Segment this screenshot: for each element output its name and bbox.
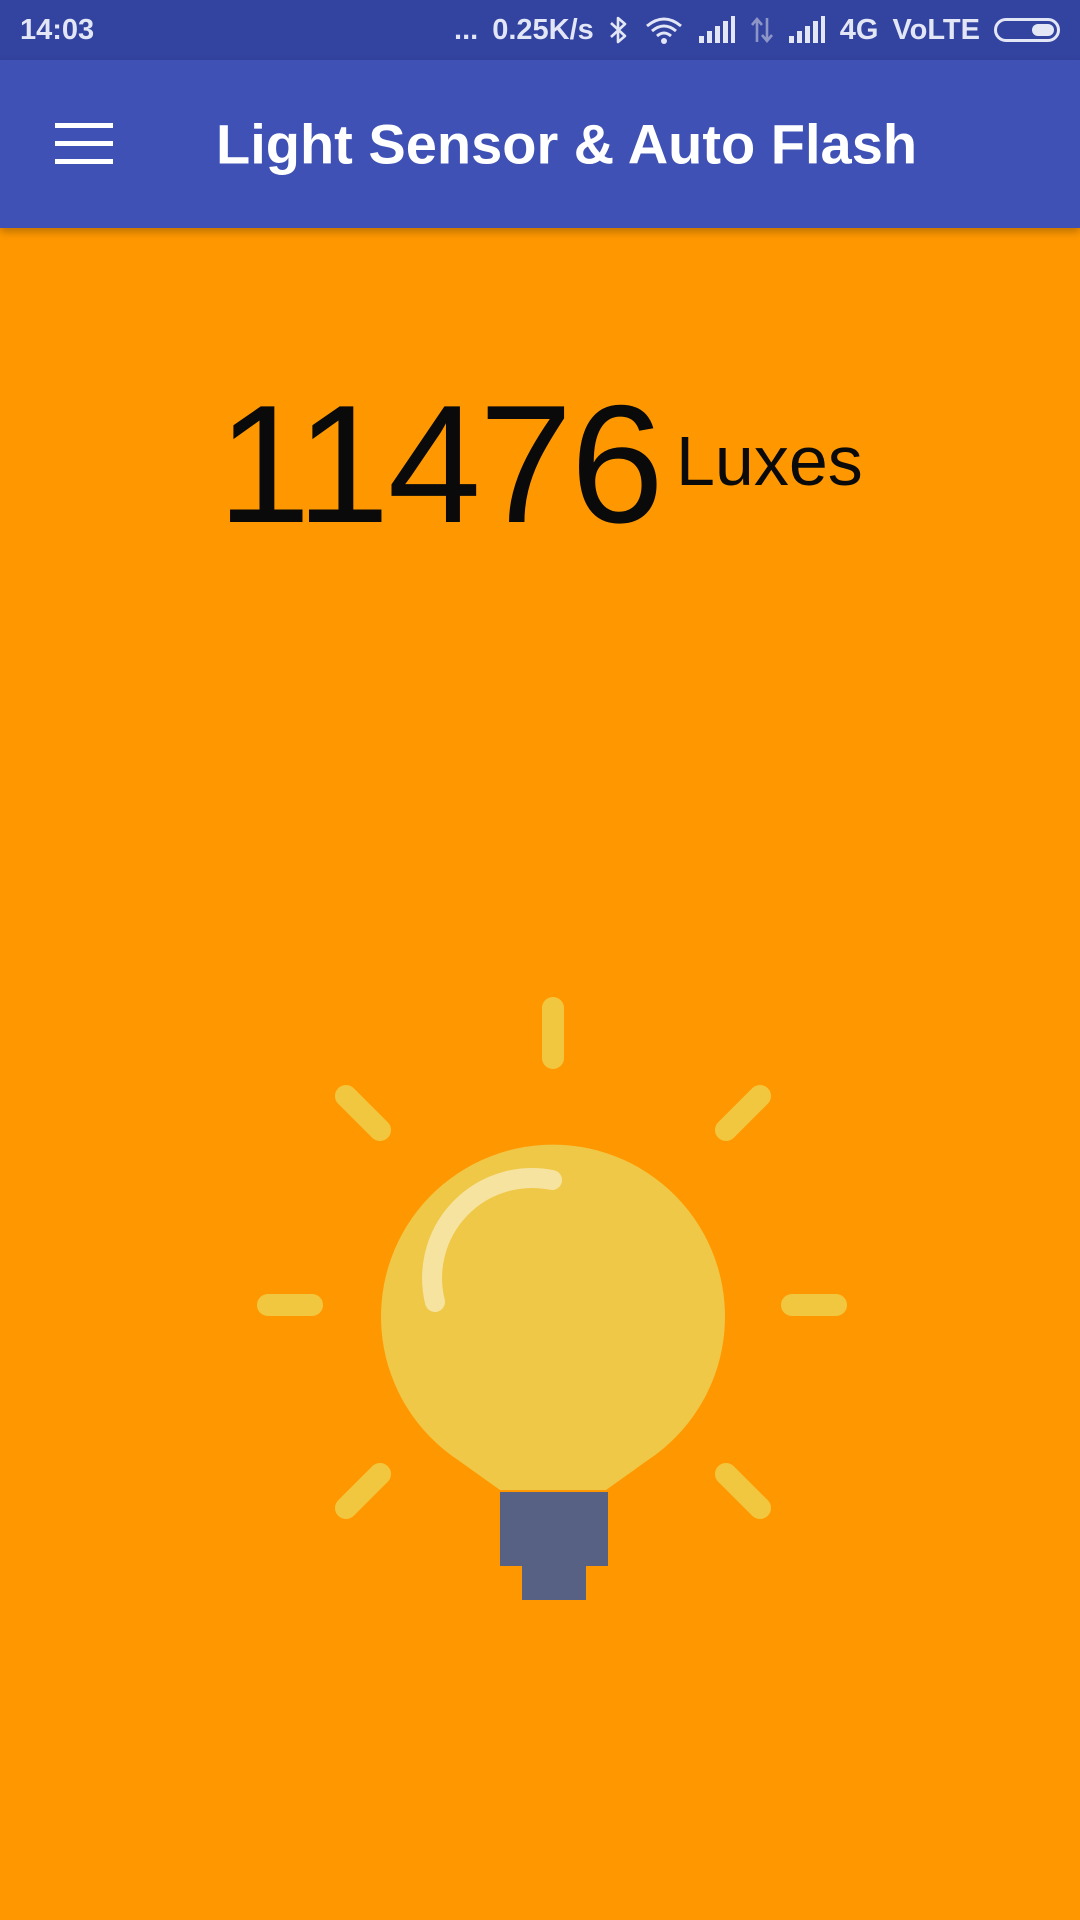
wifi-icon — [644, 15, 684, 45]
network-speed: 0.25K/s — [492, 13, 594, 46]
lightbulb-icon — [257, 997, 847, 1600]
status-bar: 14:03 ... 0.25K/s 4G VoLTE — [0, 0, 1080, 60]
bluetooth-icon — [608, 15, 630, 45]
hamburger-menu-icon — [55, 123, 113, 164]
app-bar: Light Sensor & Auto Flash — [0, 60, 1080, 228]
signal-strength-icon — [698, 16, 736, 44]
volte-label: VoLTE — [892, 13, 980, 46]
status-time: 14:03 — [20, 13, 95, 46]
signal-strength-2-icon — [788, 16, 826, 44]
data-transfer-icon — [750, 15, 774, 45]
lux-value: 11476 — [217, 370, 664, 558]
lux-reading: 11476 Luxes — [0, 380, 1080, 548]
status-icons: ... 0.25K/s 4G VoLTE — [454, 14, 1060, 47]
battery-icon — [994, 18, 1060, 42]
more-notifications-icon: ... — [454, 13, 479, 46]
app-screen: 14:03 ... 0.25K/s 4G VoLTE Light Sensor … — [0, 0, 1080, 1920]
app-title: Light Sensor & Auto Flash — [216, 112, 918, 176]
menu-button[interactable] — [40, 100, 128, 188]
lux-unit: Luxes — [675, 422, 863, 500]
network-type: 4G — [839, 13, 879, 46]
